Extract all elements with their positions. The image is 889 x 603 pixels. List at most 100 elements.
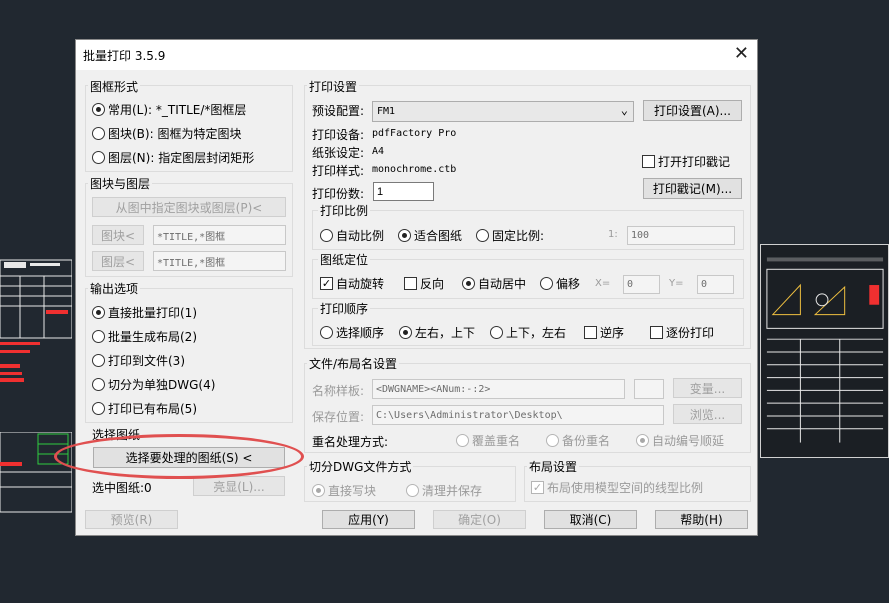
block-pick-button[interactable]: 图块< [92,225,144,245]
checkbox-icon [642,155,655,168]
checkbox-icon: ✓ [531,481,544,494]
template-input[interactable]: <DWGNAME><ANum:-:2> [372,379,625,399]
order-label: 打印顺序 [318,300,371,317]
duplicate-option-overwrite[interactable]: 覆盖重名 [456,432,520,449]
radio-icon [92,127,105,140]
layer-pick-button[interactable]: 图层< [92,251,144,271]
close-icon[interactable]: ✕ [734,43,749,64]
order-option-selection[interactable]: 选择顺序 [320,324,384,341]
scale-option-auto[interactable]: 自动比例 [320,227,384,244]
position-label: 图纸定位 [318,251,371,268]
checkbox-icon [584,326,597,339]
radio-icon [92,402,105,415]
output-label: 输出选项 [88,280,141,297]
split-option-purge-save[interactable]: 清理并保存 [406,482,482,499]
ratio-input[interactable]: 100 [627,226,735,245]
output-option-generate-layout[interactable]: 批量生成布局(2) [92,328,197,345]
radio-icon [406,484,419,497]
output-option-print-to-file[interactable]: 打印到文件(3) [92,352,185,369]
radio-icon [92,103,105,116]
reverse-order-checkbox[interactable]: 逆序 [584,324,624,341]
duplicate-option-backup[interactable]: 备份重名 [546,432,610,449]
frame-type-label: 图框形式 [88,78,141,95]
split-option-write-block[interactable]: 直接写块 [312,482,376,499]
ok-button[interactable]: 确定(O) [433,510,526,529]
frame-type-option-block[interactable]: 图块(B): 图框为特定图块 [92,125,241,142]
help-button[interactable]: 帮助(H) [655,510,748,529]
device-label: 打印设备: [312,128,365,142]
cad-drawing-right [760,244,889,458]
block-name-field[interactable]: *TITLE,*图框 [153,225,286,245]
template-label: 名称样板: [312,384,365,398]
chevron-down-icon: ⌄ [620,103,628,117]
preset-select[interactable]: FM1 ⌄ [372,101,634,122]
copies-input[interactable]: 1 [373,182,434,201]
radio-icon [92,151,105,164]
reverse-checkbox[interactable]: 反向 [404,275,444,292]
offset-x-label: X= [595,278,611,289]
save-location-input[interactable]: C:\Users\Administrator\Desktop\ [372,405,664,425]
radio-icon [462,277,475,290]
output-option-split-dwg[interactable]: 切分为单独DWG(4) [92,376,215,393]
pick-block-layer-button[interactable]: 从图中指定图块或图层(P)< [92,197,286,217]
print-stamp-button[interactable]: 打印戳记(M)... [643,178,742,199]
title-bar: 批量打印 3.5.9 ✕ [76,40,757,70]
radio-icon [320,326,333,339]
scale-option-fit[interactable]: 适合图纸 [398,227,462,244]
highlight-ellipse-annotation [54,434,304,479]
output-option-direct-print[interactable]: 直接批量打印(1) [92,304,197,321]
block-layer-label: 图块与图层 [88,175,153,192]
radio-icon [312,484,325,497]
print-by-copy-checkbox[interactable]: 逐份打印 [650,324,714,341]
open-stamp-checkbox[interactable]: 打开打印戳记 [642,153,730,170]
window-title: 批量打印 3.5.9 [83,49,166,63]
radio-icon [456,434,469,447]
layout-linetype-checkbox[interactable]: ✓ 布局使用模型空间的线型比例 [531,479,703,496]
order-option-lr-tb[interactable]: 左右，上下 [399,324,475,341]
layer-name-field[interactable]: *TITLE,*图框 [153,251,286,271]
radio-icon [92,306,105,319]
save-location-label: 保存位置: [312,410,365,424]
paper-label: 纸张设定: [312,146,365,160]
preset-label: 预设配置: [312,104,365,118]
output-option-print-layouts[interactable]: 打印已有布局(5) [92,400,197,417]
cad-drawing-left-lower [0,432,72,513]
order-option-tb-lr[interactable]: 上下，左右 [490,324,566,341]
cad-drawing-left [0,259,72,382]
apply-button[interactable]: 应用(Y) [322,510,415,529]
print-setup-button[interactable]: 打印设置(A)... [643,100,742,121]
highlight-button[interactable]: 亮显(L)... [193,476,285,496]
print-settings-label: 打印设置 [307,78,360,95]
auto-center-radio[interactable]: 自动居中 [462,275,526,292]
paper-value: A4 [372,146,385,157]
frame-type-option-common[interactable]: 常用(L): *_TITLE/*图框层 [92,101,246,118]
offset-x-input[interactable]: 0 [623,275,660,294]
auto-rotate-checkbox[interactable]: ✓ 自动旋转 [320,275,384,292]
file-naming-label: 文件/布局名设置 [307,355,400,372]
preview-button[interactable]: 预览(R) [85,510,178,529]
scale-option-fixed[interactable]: 固定比例: [476,227,544,244]
radio-icon [636,434,649,447]
radio-icon [320,229,333,242]
style-value: monochrome.ctb [372,164,457,175]
offset-y-label: Y= [669,278,684,289]
checkbox-icon [650,326,663,339]
duplicate-label: 重名处理方式: [312,435,389,449]
browse-button[interactable]: 浏览... [673,404,742,424]
radio-icon [546,434,559,447]
split-label: 切分DWG文件方式 [307,458,414,475]
cancel-button[interactable]: 取消(C) [544,510,637,529]
duplicate-option-autonumber[interactable]: 自动编号顺延 [636,432,724,449]
variable-button[interactable]: 变量... [673,378,742,398]
offset-y-input[interactable]: 0 [697,275,734,294]
selected-count: 选中图纸:0 [92,481,152,495]
radio-icon [92,330,105,343]
frame-type-option-layer[interactable]: 图层(N): 指定图层封闭矩形 [92,149,254,166]
offset-radio[interactable]: 偏移 [540,275,580,292]
radio-icon [399,326,412,339]
ratio-prefix: 1: [608,229,618,240]
template-extra-input[interactable] [634,379,664,399]
radio-icon [540,277,553,290]
checkbox-icon [404,277,417,290]
radio-icon [92,378,105,391]
